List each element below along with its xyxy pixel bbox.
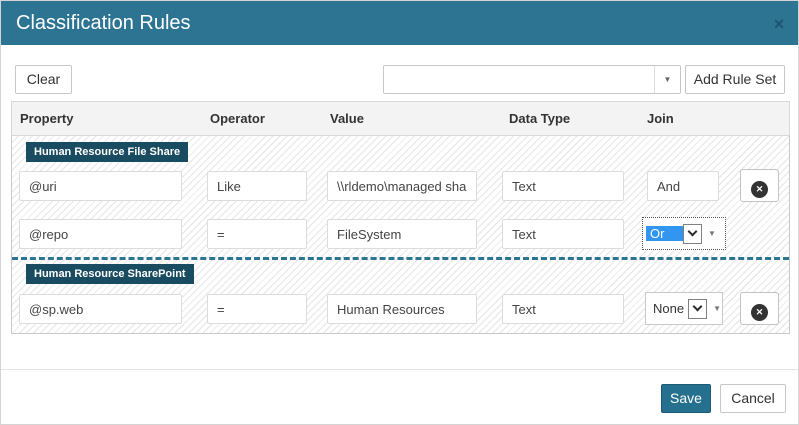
- dialog-title: Classification Rules: [16, 1, 191, 45]
- delete-rule-button[interactable]: ✕: [740, 169, 779, 202]
- property-input[interactable]: [19, 171, 182, 201]
- property-input[interactable]: [19, 219, 182, 249]
- data-type-input[interactable]: [502, 171, 624, 201]
- operator-input[interactable]: [207, 219, 307, 249]
- rule-set-badge: Human Resource File Share: [26, 142, 188, 162]
- table-body: Human Resource File Share ✕ Or ▼: [11, 136, 790, 334]
- clear-button[interactable]: Clear: [15, 65, 72, 94]
- value-input[interactable]: [327, 294, 477, 324]
- close-icon[interactable]: ✕: [768, 13, 790, 35]
- join-select-value: Or: [646, 226, 683, 241]
- join-input[interactable]: [647, 171, 719, 201]
- rule-set-badge: Human Resource SharePoint: [26, 264, 194, 284]
- ruleset-combobox-arrow[interactable]: ▼: [654, 66, 680, 93]
- join-select[interactable]: Or ▼: [642, 217, 726, 250]
- property-input[interactable]: [19, 294, 182, 324]
- column-header-property: Property: [20, 102, 73, 135]
- ruleset-combobox[interactable]: ▼: [383, 65, 681, 94]
- operator-input[interactable]: [207, 171, 307, 201]
- select-chevron-icon: [688, 227, 698, 237]
- select-expand-button[interactable]: [683, 224, 702, 244]
- join-select[interactable]: None ▼: [645, 292, 723, 325]
- select-expand-button[interactable]: [688, 299, 707, 319]
- data-type-input[interactable]: [502, 219, 624, 249]
- column-header-operator: Operator: [210, 102, 265, 135]
- cancel-button[interactable]: Cancel: [720, 384, 786, 413]
- column-header-value: Value: [330, 102, 364, 135]
- chevron-down-icon: ▼: [664, 75, 672, 84]
- add-rule-set-button[interactable]: Add Rule Set: [685, 65, 785, 94]
- delete-icon: ✕: [751, 181, 768, 198]
- value-input[interactable]: [327, 219, 477, 249]
- footer-divider: [1, 369, 799, 370]
- column-header-data-type: Data Type: [509, 102, 570, 135]
- save-button[interactable]: Save: [661, 384, 711, 413]
- chevron-down-icon[interactable]: ▼: [713, 304, 721, 313]
- delete-rule-button[interactable]: ✕: [740, 292, 779, 325]
- table-header-row: Property Operator Value Data Type Join: [11, 101, 790, 136]
- dialog-titlebar: Classification Rules ✕: [1, 1, 799, 45]
- rules-table: Property Operator Value Data Type Join H…: [11, 101, 790, 334]
- data-type-input[interactable]: [502, 294, 624, 324]
- chevron-down-icon[interactable]: ▼: [708, 229, 716, 238]
- classification-rules-dialog: Classification Rules ✕ Clear ▼ Add Rule …: [0, 0, 799, 425]
- operator-input[interactable]: [207, 294, 307, 324]
- rule-set-separator: [12, 257, 789, 260]
- join-select-value: None: [649, 301, 688, 316]
- column-header-join: Join: [647, 102, 674, 135]
- select-chevron-icon: [693, 302, 703, 312]
- delete-icon: ✕: [751, 304, 768, 321]
- value-input[interactable]: [327, 171, 477, 201]
